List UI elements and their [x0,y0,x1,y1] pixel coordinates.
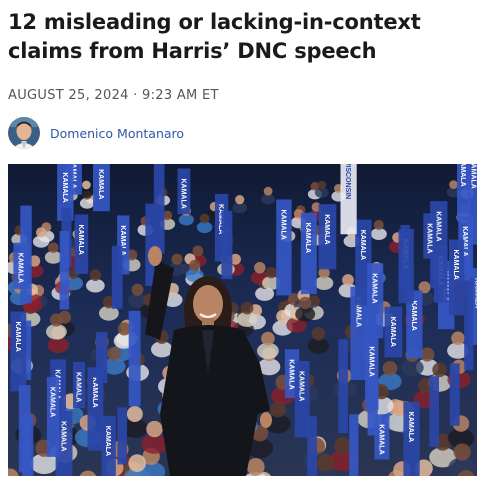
crowd-sign [59,231,70,310]
svg-text:KAMALA: KAMALA [298,371,305,401]
svg-text:KAMALA: KAMALA [77,225,84,255]
svg-text:KAMALA: KAMALA [61,172,68,202]
svg-text:KAMALA: KAMALA [60,421,67,451]
crowd-sign: KAMALA [73,362,86,408]
svg-text:KAMALA: KAMALA [323,214,330,244]
crowd-sign: KAMALA [300,212,317,295]
crowd-sign: KAMALA [294,361,310,438]
svg-text:KAMALA: KAMALA [473,278,477,308]
author-link[interactable]: Domenico Montanaro [50,126,184,141]
crowd-sign: KAMALA [177,168,191,215]
svg-text:KAMALA: KAMALA [367,346,374,376]
author-avatar[interactable] [8,117,40,149]
svg-text:KAMALA: KAMALA [97,169,104,199]
crowd-sign: KAMALA [10,311,27,392]
svg-text:KAMALA: KAMALA [49,387,56,417]
crowd-sign: KAMALA [13,242,29,289]
crowd-sign [111,245,123,309]
crowd-sign [400,225,410,289]
svg-text:WISCONSIN: WISCONSIN [344,164,351,199]
crowd-sign: KAMALA [276,199,292,296]
crowd-sign: KAMALA [101,415,116,476]
svg-text:KAMALA: KAMALA [426,223,433,253]
crowd-sign [117,407,127,465]
crowd-sign: KAMALA [449,239,465,316]
svg-text:KAMALA: KAMALA [14,322,21,352]
svg-text:KAMALA: KAMALA [377,424,384,454]
svg-text:KAMALA: KAMALA [459,164,466,187]
crowd-sign: KAMALA [365,336,379,410]
crowd-sign [96,332,108,384]
crowd-sign [221,210,233,280]
crowd-sign: KAMALA [93,164,110,212]
svg-text:KAMALA: KAMALA [470,164,477,189]
byline: Domenico Montanaro [8,116,184,150]
crowd-sign: KAMALA [374,414,390,460]
crowd-sign [349,414,359,476]
crowd-sign: KAMALA [423,213,437,259]
svg-text:KAMALA: KAMALA [304,223,311,253]
article-photo[interactable]: KAMALA KAMALA KAMALA KAMALA KAMALA KAMALA KAMA… [8,164,477,476]
crowd-sign [145,203,155,286]
svg-text:KAMALA: KAMALA [75,372,82,402]
svg-text:KAMALA: KAMALA [410,301,417,331]
crowd-sign [128,310,141,407]
svg-text:KAMALA: KAMALA [452,250,459,280]
crowd-sign: KAMALA [403,401,420,476]
svg-text:KAMALA: KAMALA [371,273,378,303]
article-dateline: AUGUST 25, 2024 · 9:23 AM ET [8,88,219,103]
crowd-sign [429,376,439,447]
svg-text:KAMALA: KAMALA [17,253,24,283]
svg-text:KAMALA: KAMALA [288,359,295,389]
svg-text:KAMALA: KAMALA [389,317,396,347]
crowd-sign: KAMALA [46,376,60,457]
crowd-sign [153,164,165,254]
crowd-sign: WISCONSIN [340,164,357,235]
crowd-sign [338,339,348,433]
article-headline: 12 misleading or lacking-in-context clai… [8,10,421,63]
crowd-sign [449,363,460,426]
svg-text:KAMALA: KAMALA [279,210,286,240]
crowd-sign: KAMALA [384,306,403,358]
svg-text:KAMALA: KAMALA [179,179,186,209]
crowd-sign: KAMALA [318,204,337,270]
crowd-sign [464,278,474,370]
crowd-sign [18,385,31,473]
crowd-sign: KAMALA [74,214,89,274]
svg-text:KAMALA: KAMALA [104,426,111,456]
svg-text:KAMALA: KAMALA [359,230,366,260]
svg-text:KAMALA: KAMALA [407,412,414,442]
crowd-sign: KAMALA [367,263,384,339]
